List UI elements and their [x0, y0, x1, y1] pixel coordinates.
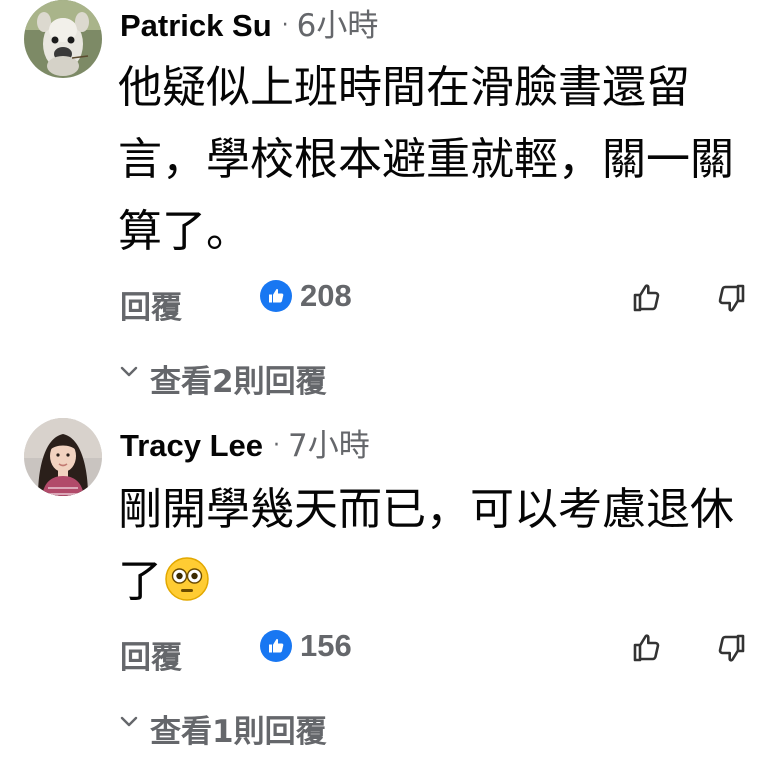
timestamp[interactable]: 6小時	[297, 0, 379, 45]
llama-avatar-icon	[24, 0, 102, 78]
thumbs-up-outline-icon	[633, 284, 660, 312]
comment-actions: 回覆 156	[0, 628, 780, 678]
author-name[interactable]: Patrick Su	[120, 8, 272, 44]
separator-dot: ·	[273, 433, 281, 458]
like-count: 208	[300, 278, 352, 313]
view-replies-label: 查看1則回覆	[150, 713, 327, 750]
chevron-down-icon	[120, 366, 138, 377]
comment-actions: 回覆 208	[0, 278, 780, 328]
comment-header: Patrick Su · 6小時	[120, 0, 378, 44]
thumbs-up-icon	[260, 630, 292, 662]
comment-text: 他疑似上班時間在滑臉書還留言，學校根本避重就輕，關一關算了。	[118, 52, 738, 268]
view-replies-link[interactable]: 查看1則回覆	[118, 706, 327, 750]
view-replies-label: 查看2則回覆	[150, 363, 327, 400]
thumbs-down-outline-icon	[718, 284, 745, 312]
like-count: 156	[300, 628, 352, 663]
upvote-button[interactable]	[626, 628, 666, 668]
avatar[interactable]	[24, 0, 102, 78]
separator-dot: ·	[281, 13, 289, 38]
reaction-count[interactable]: 156	[260, 628, 352, 664]
thumbs-up-outline-icon	[633, 634, 660, 662]
comment-header: Tracy Lee · 7小時	[120, 420, 370, 464]
timestamp[interactable]: 7小時	[288, 420, 370, 465]
comment-text: 剛開學幾天而已，可以考慮退休了	[118, 474, 738, 618]
flushed-face-emoji-icon	[165, 557, 209, 601]
view-replies-link[interactable]: 查看2則回覆	[118, 356, 327, 400]
thumbs-down-outline-icon	[718, 634, 745, 662]
chevron-down-icon	[120, 716, 138, 727]
avatar[interactable]	[24, 418, 102, 496]
reply-button[interactable]: 回覆	[120, 632, 182, 677]
upvote-button[interactable]	[626, 278, 666, 318]
comment-body: 剛開學幾天而已，可以考慮退休了	[118, 484, 734, 607]
downvote-button[interactable]	[712, 278, 752, 318]
reply-button[interactable]: 回覆	[120, 282, 182, 327]
comment-body: 他疑似上班時間在滑臉書還留言，學校根本避重就輕，關一關算了。	[118, 62, 734, 257]
woman-portrait-avatar-icon	[24, 418, 102, 496]
downvote-button[interactable]	[712, 628, 752, 668]
reaction-count[interactable]: 208	[260, 278, 352, 314]
thumbs-up-icon	[260, 280, 292, 312]
author-name[interactable]: Tracy Lee	[120, 428, 263, 464]
